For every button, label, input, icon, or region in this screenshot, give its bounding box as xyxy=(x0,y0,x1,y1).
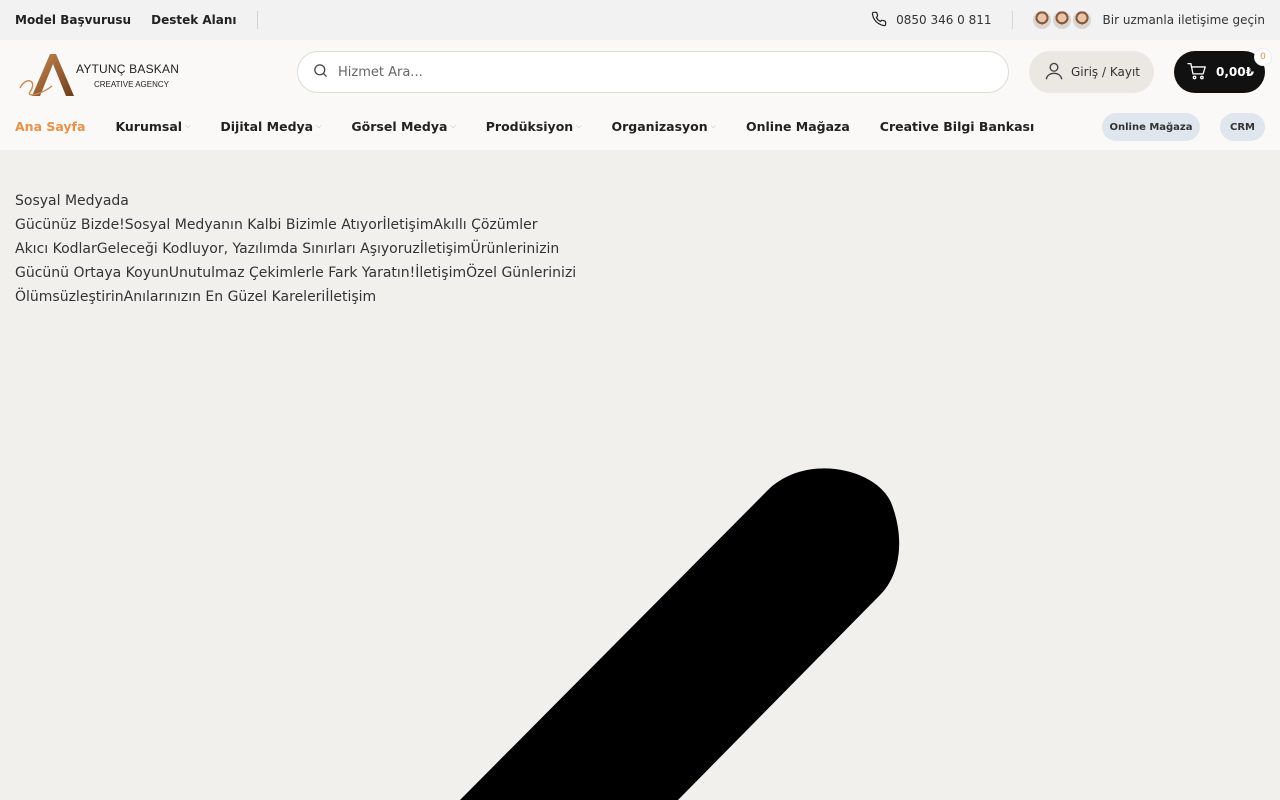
login-button[interactable]: Giriş / Kayıt xyxy=(1029,51,1154,93)
search-bar[interactable] xyxy=(297,51,1009,93)
chevron-down-icon: ⌵ xyxy=(450,121,456,130)
nav-item-label: Dijital Medya xyxy=(220,118,314,134)
nav-item-visual-media[interactable]: Görsel Medya ⌵ xyxy=(351,119,455,134)
nav-item-label: Prodüksiyon xyxy=(485,118,574,134)
user-icon xyxy=(1043,60,1065,85)
divider xyxy=(1011,11,1013,29)
chevron-down-icon: ⌵ xyxy=(316,121,322,130)
nav-item-digital-media[interactable]: Dijital Medya ⌵ xyxy=(220,119,321,134)
avatar xyxy=(1030,9,1053,31)
top-bar-right: 0850 346 0 811 Bir uzmanla iletişime geç… xyxy=(871,9,1265,31)
phone-number: 0850 346 0 811 xyxy=(896,13,992,27)
nav-item-online-store[interactable]: Online Mağaza xyxy=(746,119,850,134)
login-label: Giriş / Kayıt xyxy=(1071,65,1140,79)
hero-line: Sosyal Medyada xyxy=(15,193,129,209)
chevron-down-icon: ⌵ xyxy=(576,121,582,130)
top-bar: Model Başvurusu Destek Alanı 0850 346 0 … xyxy=(0,0,1280,40)
main-nav: Ana Sayfa Kurumsal ⌵ Dijital Medya ⌵ Gör… xyxy=(15,111,1064,141)
cart-count-badge: 0 xyxy=(1254,48,1272,66)
expert-avatars[interactable] xyxy=(1030,9,1093,31)
chevron-down-icon: ⌵ xyxy=(185,121,191,130)
nav-item-home[interactable]: Ana Sayfa xyxy=(15,119,85,134)
nav-item-corporate[interactable]: Kurumsal ⌵ xyxy=(115,119,190,134)
crm-pill[interactable]: CRM xyxy=(1220,113,1265,141)
hero-slider-text: Sosyal Medyada Gücünüz Bizde!Sosyal Medy… xyxy=(15,189,615,309)
hero-line: Gücünü Ortaya KoyunUnutulmaz Çekimlerle … xyxy=(15,265,577,281)
nav-item-label: Online Mağaza xyxy=(745,118,850,134)
nav-item-label: Organizasyon xyxy=(611,118,708,134)
logo[interactable]: AYTUNÇ BASKAN CREATIVE AGENCY xyxy=(18,46,188,102)
hero-line: Gücünüz Bizde!Sosyal Medyanın Kalbi Bizi… xyxy=(15,217,538,233)
header: AYTUNÇ BASKAN CREATIVE AGENCY Giriş / Ka… xyxy=(0,40,1280,150)
logo-mark xyxy=(19,54,74,96)
phone-link[interactable]: 0850 346 0 811 xyxy=(871,11,992,30)
chevron-down-icon: ⌵ xyxy=(710,121,716,130)
online-store-pill[interactable]: Online Mağaza xyxy=(1102,113,1200,141)
cart-button[interactable]: 0,00₺ xyxy=(1174,51,1265,93)
nav-item-label: Creative Bilgi Bankası xyxy=(879,118,1035,134)
divider xyxy=(256,11,258,29)
search-input[interactable] xyxy=(338,64,978,80)
logo-subtitle: CREATIVE AGENCY xyxy=(94,80,169,89)
nav-item-label: Ana Sayfa xyxy=(15,118,86,134)
model-application-link[interactable]: Model Başvurusu xyxy=(15,13,131,27)
nav-item-label: Görsel Medya xyxy=(351,118,448,134)
nav-item-organization[interactable]: Organizasyon ⌵ xyxy=(612,119,716,134)
phone-icon xyxy=(871,11,887,30)
nav-item-knowledge-base[interactable]: Creative Bilgi Bankası xyxy=(880,119,1035,134)
nav-item-label: Kurumsal xyxy=(115,118,183,134)
hero-line: ÖlümsüzleştirinAnılarınızın En Güzel Kar… xyxy=(15,289,377,305)
hero-line: Akıcı KodlarGeleceği Kodluyor, Yazılımda… xyxy=(15,241,560,257)
logo-brand: AYTUNÇ BASKAN xyxy=(76,62,180,76)
cart-total: 0,00₺ xyxy=(1216,65,1254,79)
contact-expert-link[interactable]: Bir uzmanla iletişime geçin xyxy=(1103,13,1265,27)
nav-item-production[interactable]: Prodüksiyon ⌵ xyxy=(486,119,582,134)
search-icon xyxy=(312,62,329,83)
support-link[interactable]: Destek Alanı xyxy=(151,13,236,27)
avatar xyxy=(1050,9,1073,31)
cart-icon xyxy=(1187,62,1207,83)
avatar xyxy=(1070,9,1093,31)
